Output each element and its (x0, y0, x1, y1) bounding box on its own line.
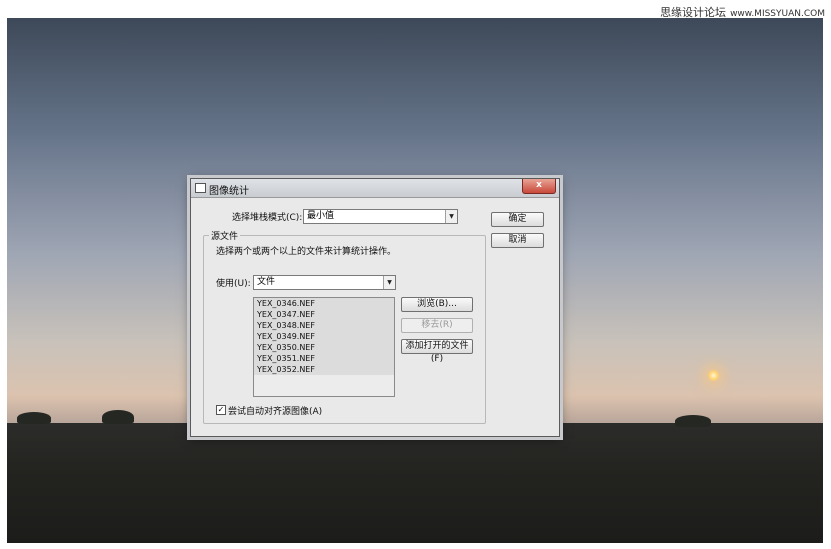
ground (7, 423, 823, 543)
use-value: 文件 (257, 277, 276, 287)
use-select[interactable]: 文件 ▼ (253, 275, 396, 290)
list-item[interactable]: YEX_0351.NEF (254, 353, 394, 364)
source-group-title: 源文件 (209, 229, 241, 242)
auto-align-label: 尝试自动对齐源图像(A) (228, 407, 323, 417)
list-item[interactable]: YEX_0347.NEF (254, 309, 394, 320)
dialog-titlebar[interactable]: 图像统计 x (191, 179, 559, 198)
list-item[interactable]: YEX_0350.NEF (254, 342, 394, 353)
auto-align-checkbox[interactable]: ✓ (216, 405, 226, 415)
close-button[interactable]: x (522, 179, 556, 194)
remove-button[interactable]: 移去(R) (401, 318, 473, 333)
stack-mode-value: 最小值 (307, 211, 335, 221)
list-item[interactable]: YEX_0349.NEF (254, 331, 394, 342)
list-item[interactable]: YEX_0352.NEF (254, 364, 394, 375)
tree-left (17, 412, 51, 424)
stack-mode-select[interactable]: 最小值 ▼ (303, 209, 458, 224)
file-list[interactable]: YEX_0346.NEF YEX_0347.NEF YEX_0348.NEF Y… (253, 297, 395, 397)
image-statistics-dialog: 图像统计 x 选择堆栈模式(C): 最小值 ▼ 确定 取消 源文件 选择两个或两… (190, 178, 560, 437)
list-item[interactable]: YEX_0348.NEF (254, 320, 394, 331)
source-hint: 选择两个或两个以上的文件来计算统计操作。 (216, 247, 397, 257)
browse-button[interactable]: 浏览(B)... (401, 297, 473, 312)
chevron-down-icon[interactable]: ▼ (445, 210, 457, 223)
add-open-files-button[interactable]: 添加打开的文件(F) (401, 339, 473, 364)
chevron-down-icon[interactable]: ▼ (383, 276, 395, 289)
sun (708, 370, 719, 381)
dialog-title: 图像统计 (209, 186, 249, 197)
cancel-button[interactable]: 取消 (491, 233, 544, 248)
stack-mode-label: 选择堆栈模式(C): (232, 213, 303, 223)
ok-button[interactable]: 确定 (491, 212, 544, 227)
tree-left-2 (102, 410, 134, 424)
app-icon (195, 183, 206, 193)
tree-right (675, 415, 711, 427)
list-item[interactable]: YEX_0346.NEF (254, 298, 394, 309)
use-label: 使用(U): (216, 279, 251, 289)
